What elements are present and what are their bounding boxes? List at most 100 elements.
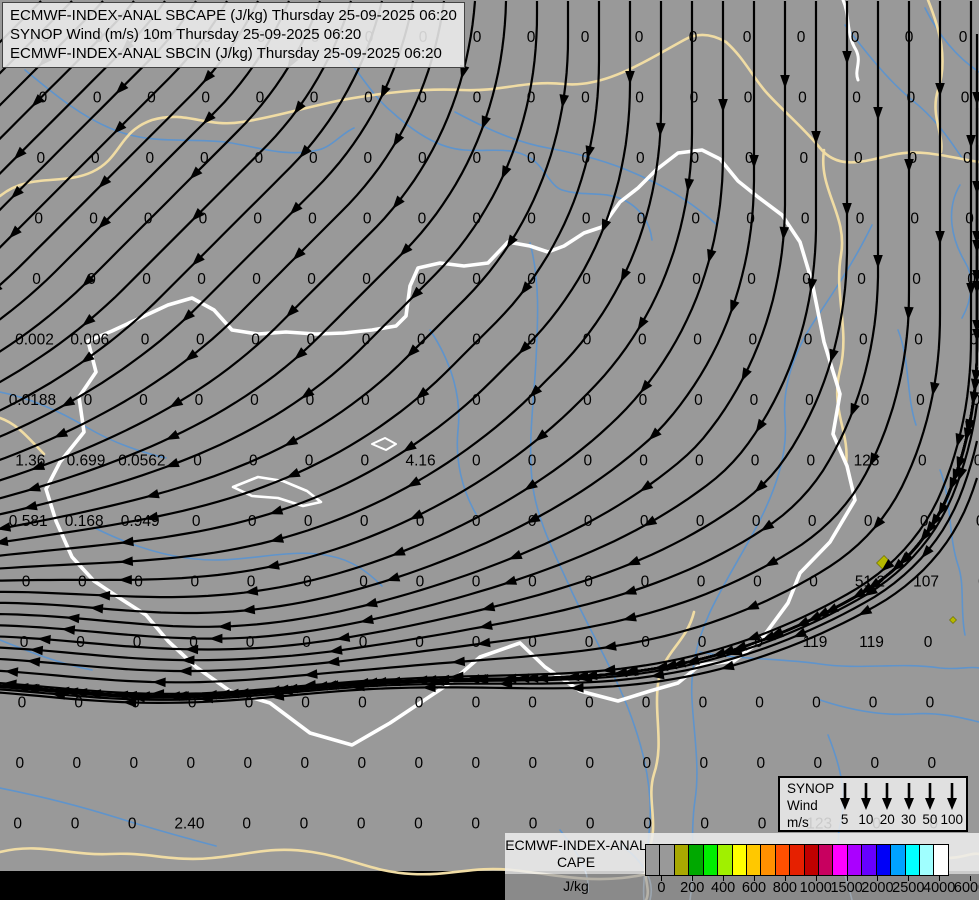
station-value-zero: 0	[254, 150, 263, 167]
station-value-zero: 0	[527, 29, 536, 46]
station-value-zero: 0	[472, 453, 481, 470]
station-value-zero: 0	[414, 755, 423, 772]
station-value: 0.699	[67, 453, 106, 470]
station-value-zero: 0	[74, 695, 83, 712]
station-value-zero: 0	[360, 513, 369, 530]
station-value-zero: 0	[910, 211, 919, 228]
station-value-zero: 0	[584, 574, 593, 591]
station-value-zero: 0	[197, 271, 206, 288]
station-value-zero: 0	[248, 513, 257, 530]
station-value-zero: 0	[582, 271, 591, 288]
station-value-zero: 0	[801, 211, 810, 228]
station-value-zero: 0	[20, 634, 29, 651]
station-value-zero: 0	[246, 634, 255, 651]
cape-scale-cell	[861, 844, 877, 876]
station-value-zero: 0	[972, 392, 979, 409]
station-value-zero: 0	[471, 755, 480, 772]
station-value-zero: 0	[636, 150, 645, 167]
station-value-zero: 0	[242, 816, 251, 833]
station-value-zero: 0	[974, 453, 979, 470]
station-value-zero: 0	[639, 392, 648, 409]
station-value-zero: 0	[905, 29, 914, 46]
station-value-zero: 0	[528, 574, 537, 591]
station-value-zero: 0	[698, 634, 707, 651]
wind-speed-label: 100	[940, 812, 964, 827]
station-value-zero: 0	[39, 90, 48, 107]
cape-legend-title-line1: ECMWF-INDEX-ANAL	[505, 837, 647, 853]
station-value-zero: 0	[692, 271, 701, 288]
station-value-zero: 0	[528, 695, 537, 712]
station-value-zero: 0	[32, 271, 41, 288]
station-value-zero: 0	[797, 29, 806, 46]
station-value-zero: 0	[22, 574, 31, 591]
station-value-zero: 0	[856, 211, 865, 228]
station-value-zero: 0	[193, 453, 202, 470]
station-value-zero: 0	[417, 332, 426, 349]
station-value-zero: 0	[744, 90, 753, 107]
station-value-zero: 0	[747, 271, 756, 288]
cape-legend-title-line2: CAPE	[556, 854, 596, 870]
cape-scale-cell	[846, 844, 863, 876]
station-value-zero: 0	[963, 150, 972, 167]
station-value-zero: 0	[131, 695, 140, 712]
station-value: 0.949	[121, 513, 160, 530]
station-value-zero: 0	[473, 90, 482, 107]
station-value-zero: 0	[642, 755, 651, 772]
wind-legend-title-line2: Wind	[787, 798, 818, 813]
station-value-zero: 0	[243, 755, 252, 772]
cape-scale-cell	[702, 844, 719, 876]
weather-map-page: { "header": { "lines": [ "ECMWF-INDEX-AN…	[0, 0, 979, 900]
station-value-zero: 0	[309, 150, 318, 167]
station-value-zero: 0	[359, 634, 368, 651]
station-value-zero: 0	[472, 211, 481, 228]
station-value-zero: 0	[91, 150, 100, 167]
station-value-zero: 0	[473, 29, 482, 46]
station-value-zero: 0	[690, 150, 699, 167]
station-value-zero: 0	[306, 332, 315, 349]
station-value-zero: 0	[141, 332, 150, 349]
station-value-zero: 0	[967, 271, 976, 288]
cape-scale-cell	[803, 844, 820, 876]
station-value-zero: 0	[362, 332, 371, 349]
station-value-zero: 0	[864, 513, 873, 530]
wind-legend-title: SYNOP Wind m/s	[787, 780, 834, 831]
station-value-zero: 0	[813, 755, 822, 772]
station-value-zero: 0	[472, 695, 481, 712]
station-value-zero: 0	[306, 392, 315, 409]
station-value-zero: 0	[15, 755, 24, 772]
station-value-zero: 0	[415, 634, 424, 651]
station-value-zero: 0	[472, 150, 481, 167]
down-arrow-icon	[946, 783, 957, 810]
station-value-zero: 0	[959, 29, 968, 46]
station-value-zero: 0	[755, 695, 764, 712]
station-value-zero: 0	[415, 695, 424, 712]
station-value-zero: 0	[691, 211, 700, 228]
station-value: 0.002	[15, 332, 54, 349]
cape-scale-cell	[745, 844, 762, 876]
station-value-zero: 0	[249, 453, 258, 470]
station-value-zero: 0	[806, 453, 815, 470]
station-value-zero: 0	[93, 90, 102, 107]
station-value-zero: 0	[583, 392, 592, 409]
station-value: 0.006	[70, 332, 109, 349]
station-value-zero: 0	[699, 755, 708, 772]
station-value-zero: 0	[583, 332, 592, 349]
station-value-zero: 0	[527, 90, 536, 107]
station-value-zero: 0	[72, 755, 81, 772]
station-value-zero: 0	[641, 634, 650, 651]
station-value-zero: 0	[693, 332, 702, 349]
station-value-zero: 0	[416, 574, 425, 591]
station-value-zero: 0	[635, 29, 644, 46]
station-value-zero: 0	[304, 513, 313, 530]
down-arrow-icon	[924, 783, 935, 810]
station-value-zero: 0	[195, 392, 204, 409]
station-value-zero: 0	[689, 29, 698, 46]
wind-speed-label: 20	[879, 812, 895, 827]
station-value-zero: 0	[200, 150, 209, 167]
wind-legend-title-line3: m/s	[787, 815, 809, 830]
station-value-zero: 0	[745, 150, 754, 167]
station-value-zero: 0	[695, 453, 704, 470]
station-value-zero: 0	[201, 90, 210, 107]
station-value-zero: 0	[809, 574, 818, 591]
cape-color-scale	[645, 844, 949, 876]
